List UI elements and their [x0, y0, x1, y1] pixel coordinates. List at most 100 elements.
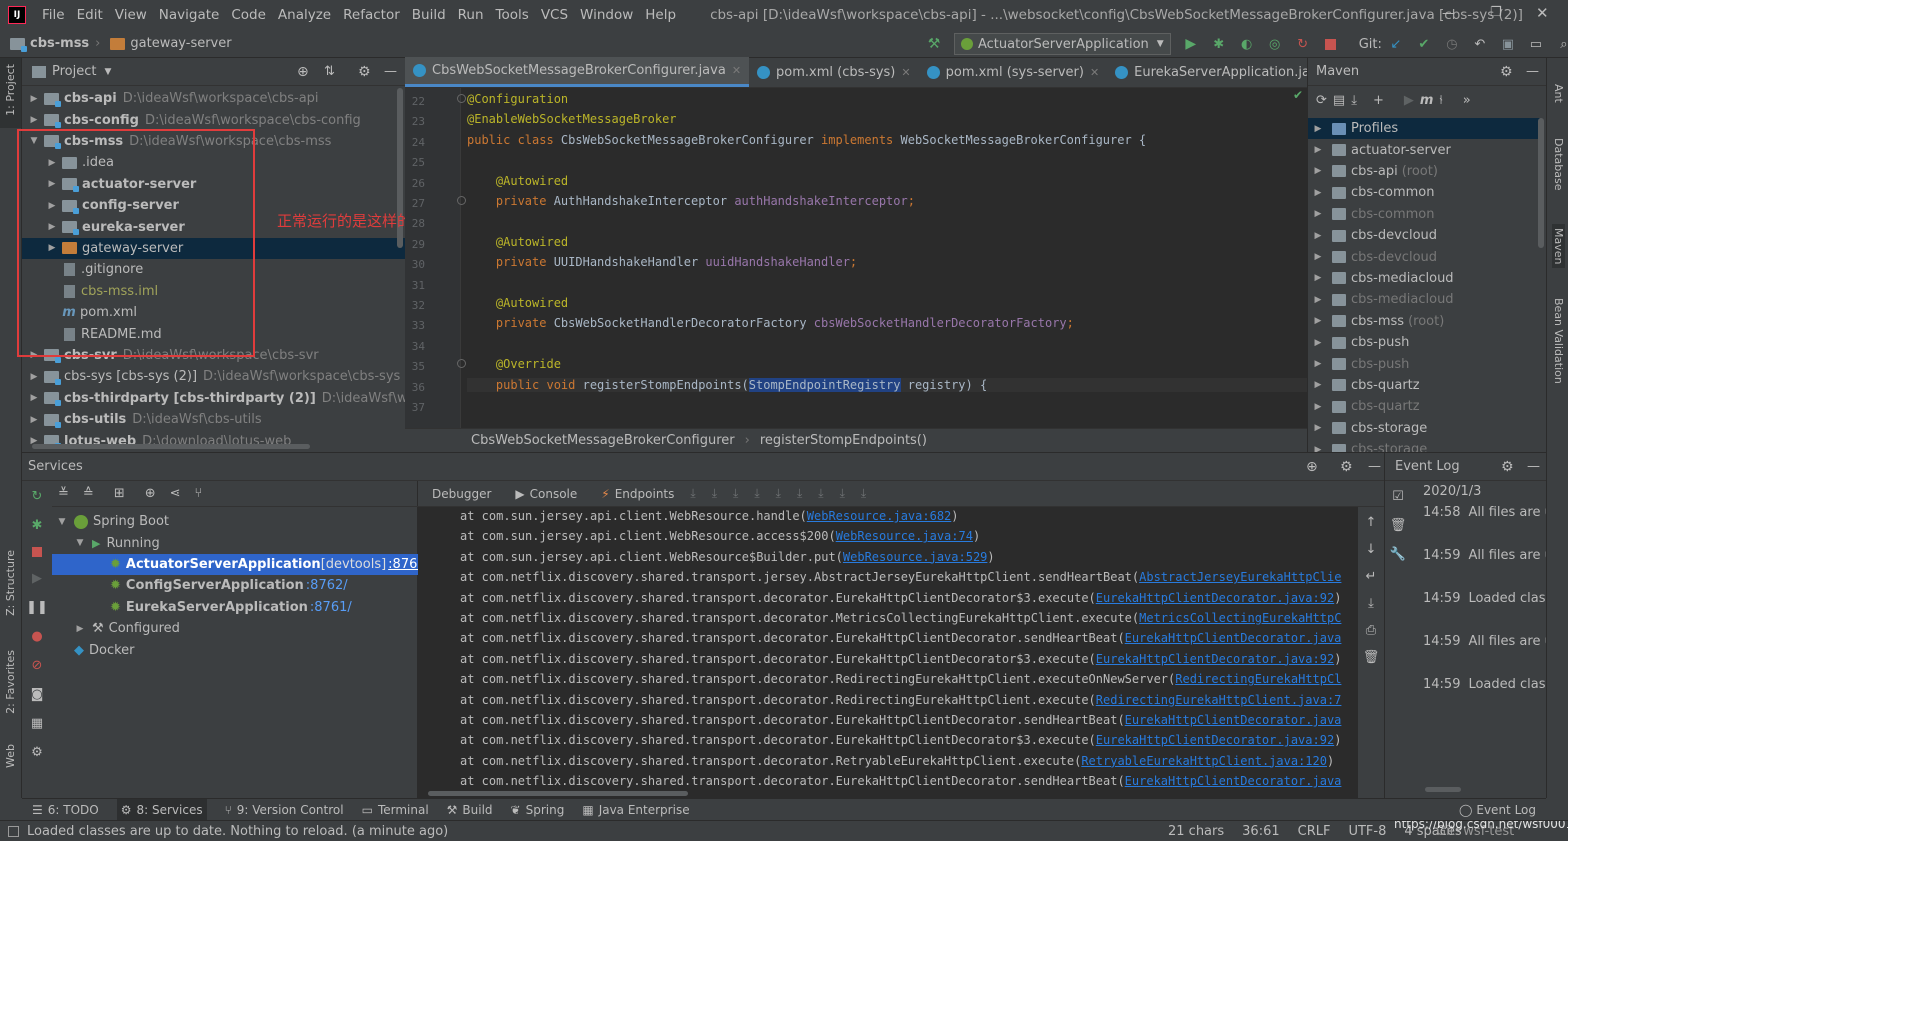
breadcrumb-class[interactable]: CbsWebSocketMessageBrokerConfigurer	[471, 433, 735, 448]
run-config-selector[interactable]: ActuatorServerApplication ▼	[954, 33, 1171, 55]
collapsed-arrow-icon[interactable]: ▶	[28, 94, 40, 104]
menu-help[interactable]: Help	[639, 7, 682, 23]
soft-wrap-icon[interactable]: ↵	[1366, 569, 1377, 584]
ant-tool-button[interactable]: Ant	[1552, 84, 1565, 103]
breakpoint-icon[interactable]: ●	[31, 629, 42, 644]
pause-icon[interactable]: ❚❚	[26, 600, 48, 615]
expanded-arrow-icon[interactable]: ▼	[56, 517, 68, 527]
source-link[interactable]: EurekaHttpClientDecorator.java:92	[1096, 652, 1334, 666]
gear-icon[interactable]: ⚙	[358, 64, 371, 80]
file-encoding[interactable]: UTF-8	[1348, 824, 1386, 839]
stop-icon[interactable]	[32, 547, 42, 557]
trash-icon[interactable]: 🗑	[1390, 518, 1407, 533]
collapsed-arrow-icon[interactable]: ▶	[1312, 423, 1324, 433]
menu-edit[interactable]: Edit	[71, 7, 109, 23]
debug-icon[interactable]: ✱	[32, 518, 43, 533]
dropdown-arrow-icon[interactable]: ▼	[104, 67, 111, 77]
maven-project-row[interactable]: ▶ cbs-devcloud	[1308, 225, 1540, 246]
menu-vcs[interactable]: VCS	[535, 7, 574, 23]
maven-project-row[interactable]: ▶ cbs-common	[1308, 204, 1540, 225]
service-tree-row[interactable]: ▼ ▶ Running	[52, 532, 418, 553]
tool-window-services[interactable]: ⚙ 8: Services	[116, 799, 207, 820]
collapsed-arrow-icon[interactable]: ▶	[1312, 252, 1324, 262]
collapsed-arrow-icon[interactable]: ▶	[28, 393, 40, 403]
service-tree-row[interactable]: ✹ ActuatorServerApplication [devtools]:87…	[52, 553, 430, 576]
stop-icon[interactable]	[1320, 33, 1342, 55]
tool-window-spring[interactable]: ❦ Spring	[511, 799, 565, 820]
close-window-button[interactable]: ✕	[1536, 4, 1549, 22]
run-to-cursor-icon[interactable]: ⤓	[818, 486, 823, 501]
console-tab-endpoints[interactable]: ⚡ Endpoints	[601, 487, 674, 501]
run-maven-icon[interactable]: ▶	[1404, 93, 1414, 108]
project-tree-row[interactable]: ▶ cbs-api D:\ideaWsf\workspace\cbs-api	[22, 88, 405, 109]
collapsed-arrow-icon[interactable]: ▶	[28, 115, 40, 125]
source-link[interactable]: WebResource.java:529	[843, 550, 988, 564]
collapsed-arrow-icon[interactable]: ▶	[1312, 316, 1324, 326]
menu-build[interactable]: Build	[406, 7, 452, 23]
tool-window-build[interactable]: ⚒ Build	[447, 799, 493, 820]
event-log-button[interactable]: ◯ Event Log	[1459, 803, 1536, 817]
project-tree-row[interactable]: ▶ cbs-sys [cbs-sys (2)] D:\ideaWsf\workspa…	[22, 366, 405, 387]
tool-window-todo[interactable]: ☰ 6: TODO	[32, 799, 99, 820]
collapse-all-icon[interactable]: ≙	[83, 486, 94, 501]
project-tree-row[interactable]: ▶ cbs-config D:\ideaWsf\workspace\cbs-conf…	[22, 109, 405, 130]
collapsed-arrow-icon[interactable]: ▶	[1312, 188, 1324, 198]
fold-marker-icon[interactable]	[457, 196, 466, 205]
minimize-button[interactable]: —	[1442, 6, 1455, 21]
maven-project-row[interactable]: ▶ cbs-devcloud	[1308, 246, 1540, 267]
caret-position[interactable]: 36:61	[1242, 824, 1279, 839]
step-into-icon[interactable]: ⤓	[733, 486, 738, 501]
maven-goal-icon[interactable]: m	[1420, 93, 1434, 108]
expand-all-icon[interactable]: ≚	[58, 486, 69, 501]
menu-navigate[interactable]: Navigate	[153, 7, 226, 23]
project-tree-row[interactable]: ▶ cbs-thirdparty [cbs-thirdparty (2)] D:\i…	[22, 388, 467, 409]
close-tab-icon[interactable]: ✕	[901, 66, 910, 79]
breadcrumb-method[interactable]: registerStompEndpoints()	[760, 433, 927, 448]
status-toggle-icon[interactable]	[8, 825, 19, 837]
layout-icon[interactable]: ▦	[31, 716, 43, 731]
source-link[interactable]: RedirectingEurekaHttpClient.java:7	[1096, 693, 1342, 707]
collapsed-arrow-icon[interactable]: ▶	[74, 624, 86, 634]
line-separator[interactable]: CRLF	[1298, 824, 1331, 839]
coverage-icon[interactable]: ◐	[1236, 33, 1258, 55]
git-rollback-icon[interactable]: ↶	[1469, 33, 1491, 55]
wrench-icon[interactable]: 🔧	[1390, 547, 1406, 562]
close-tab-icon[interactable]: ✕	[732, 64, 741, 77]
profile-icon[interactable]: ◎	[1264, 33, 1286, 55]
collapsed-arrow-icon[interactable]: ▶	[1312, 209, 1324, 219]
maven-tool-button[interactable]: Maven	[1552, 224, 1565, 269]
fold-marker-icon[interactable]	[457, 94, 466, 103]
group-by-icon[interactable]: ⊞	[114, 486, 125, 501]
project-tree-row[interactable]: ▶ cbs-utils D:\ideaWsf\cbs-utils	[22, 409, 405, 430]
console-output[interactable]: at com.sun.jersey.api.client.WebResource…	[418, 507, 1356, 799]
resume-icon[interactable]: ▶	[32, 571, 42, 586]
menu-refactor[interactable]: Refactor	[337, 7, 406, 23]
mute-breakpoints-icon[interactable]: ⊘	[32, 658, 43, 673]
maven-project-row[interactable]: ▶ Profiles	[1308, 118, 1540, 140]
project-panel-title[interactable]: Project	[52, 64, 96, 79]
maven-project-row[interactable]: ▶ cbs-mss (root)	[1308, 311, 1540, 332]
maximize-button[interactable]: ❐	[1490, 5, 1502, 20]
collapsed-arrow-icon[interactable]: ▶	[1312, 402, 1324, 412]
drop-frame-icon[interactable]: ⤓	[797, 486, 802, 501]
trace-icon[interactable]: ⤓	[861, 486, 866, 501]
collapsed-arrow-icon[interactable]: ▶	[1312, 145, 1324, 155]
maven-project-row[interactable]: ▶ cbs-push	[1308, 353, 1540, 374]
event-log-entry[interactable]: 14:58 All files are up	[1423, 505, 1546, 520]
collapsed-arrow-icon[interactable]: ▶	[28, 415, 40, 425]
source-link[interactable]: EurekaHttpClientDecorator.java	[1125, 774, 1342, 788]
collapsed-arrow-icon[interactable]: ▶	[1312, 124, 1324, 134]
hide-panel-icon[interactable]: —	[1526, 64, 1539, 79]
event-log-entry[interactable]: 14:59 All files are up	[1423, 548, 1546, 563]
maven-project-row[interactable]: ▶ cbs-storage	[1308, 418, 1540, 439]
window-layout-icon[interactable]: ▭	[1525, 33, 1547, 55]
collapsed-arrow-icon[interactable]: ▶	[1312, 273, 1324, 283]
source-link[interactable]: MetricsCollectingEurekaHttpC	[1139, 611, 1341, 625]
editor-tab[interactable]: pom.xml (cbs-sys) ✕	[749, 57, 919, 87]
source-link[interactable]: RedirectingEurekaHttpCl	[1175, 672, 1341, 686]
event-log-entry[interactable]: 14:59 Loaded classe	[1423, 591, 1546, 606]
collapsed-arrow-icon[interactable]: ▶	[1312, 380, 1324, 390]
expanded-arrow-icon[interactable]: ▼	[74, 538, 86, 548]
reimport-icon[interactable]: ⟳	[1316, 93, 1327, 108]
debug-icon[interactable]: ✱	[1208, 33, 1230, 55]
